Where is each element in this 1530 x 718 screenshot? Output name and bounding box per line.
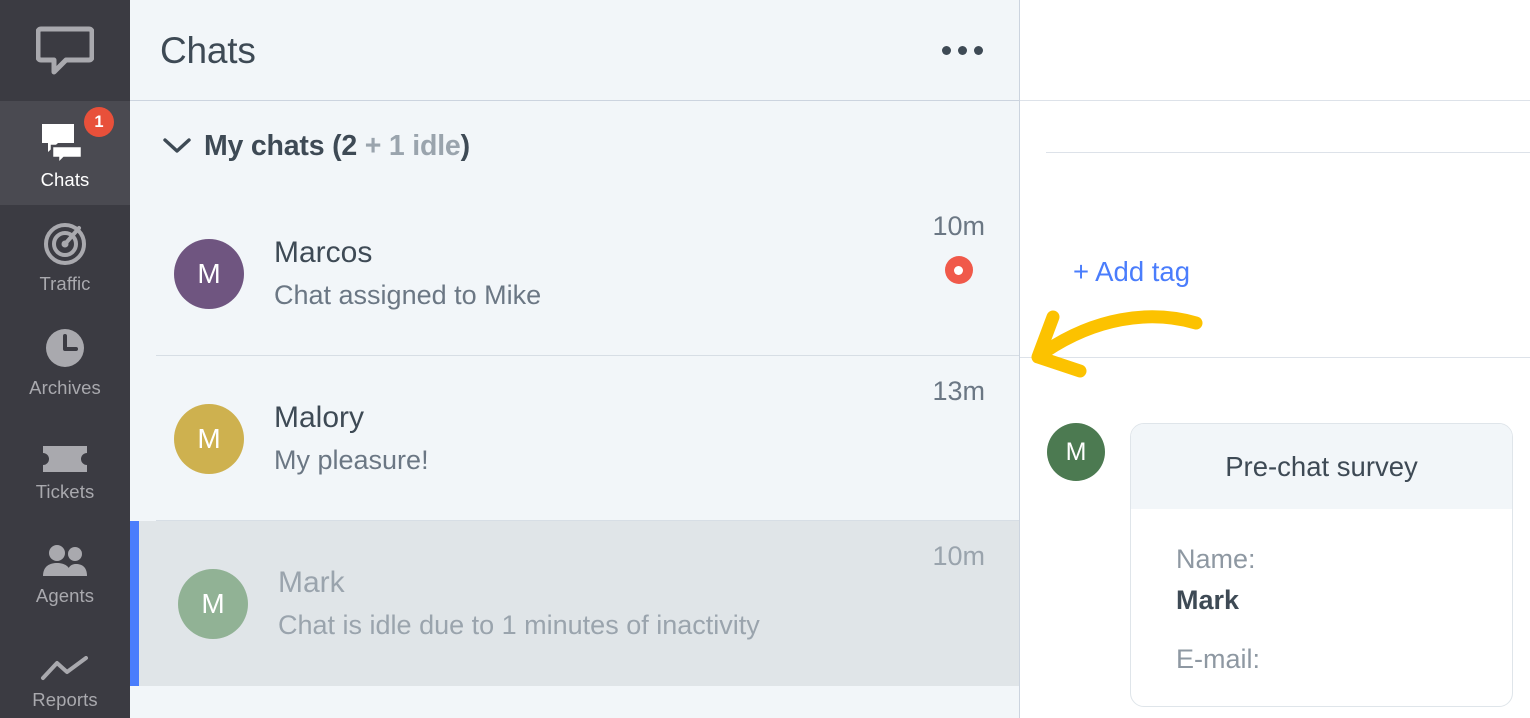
sidebar-item-label: Agents — [35, 585, 95, 607]
chat-row-meta: 13m — [932, 378, 985, 405]
chat-visitor-name: Marcos — [274, 235, 373, 269]
add-tag-button[interactable]: + Add tag — [1073, 258, 1190, 286]
primary-sidebar: 1 Chats Traffic Archives Tickets Agents … — [0, 0, 130, 718]
livechat-speech-bubble-logo-icon — [36, 26, 94, 76]
chat-row-meta: 10m — [932, 213, 985, 284]
sidebar-item-label: Traffic — [39, 273, 91, 295]
sidebar-item-chats[interactable]: 1 Chats — [0, 101, 130, 205]
survey-field-email: E-mail: — [1176, 645, 1467, 675]
chat-last-message: My pleasure! — [274, 445, 429, 476]
pre-chat-survey-body: Name: Mark E-mail: — [1131, 509, 1512, 706]
sidebar-item-label: Archives — [29, 377, 101, 399]
reports-chart-icon — [40, 636, 90, 682]
survey-field-label: E-mail: — [1176, 644, 1261, 675]
yellow-curved-arrow-icon — [998, 295, 1238, 395]
avatar-initial: M — [201, 587, 225, 619]
sidebar-item-label: Chats — [40, 169, 90, 191]
chat-row-body: Marcos Chat assigned to Mike — [274, 236, 932, 312]
detail-divider-upper — [1046, 152, 1530, 153]
group-count-tail: ) — [460, 129, 471, 162]
detail-divider-lower — [1020, 357, 1530, 358]
chat-list-item[interactable]: M Marcos Chat assigned to Mike 10m — [130, 191, 1019, 356]
chat-row-body: Mark Chat is idle due to 1 minutes of in… — [278, 566, 932, 642]
my-chats-group-label: My chats (2 + 1 idle) — [204, 130, 470, 163]
page-title: Chats — [160, 29, 256, 71]
avatar: M — [178, 568, 248, 639]
survey-field-value: Mark — [1176, 584, 1240, 615]
chat-message-bubble: M Pre-chat survey Name: Mark E-mail: — [1047, 423, 1513, 708]
avatar: M — [1047, 423, 1105, 481]
chat-visitor-name: Malory — [274, 400, 365, 434]
agents-people-icon — [40, 532, 90, 578]
my-chats-group-header[interactable]: My chats (2 + 1 idle) — [130, 101, 1019, 191]
chats-unread-badge: 1 — [84, 107, 114, 138]
survey-field-name: Name: Mark — [1176, 544, 1467, 615]
survey-field-label: Name: — [1176, 544, 1256, 574]
chat-visitor-name: Mark — [278, 565, 345, 599]
chat-detail-topbar — [1020, 0, 1530, 101]
pre-chat-survey-card: Pre-chat survey Name: Mark E-mail: — [1130, 423, 1513, 708]
sidebar-item-label: Tickets — [35, 481, 95, 503]
sidebar-item-agents[interactable]: Agents — [0, 517, 130, 621]
chats-icon: 1 — [38, 107, 114, 163]
pre-chat-survey-title: Pre-chat survey — [1131, 424, 1512, 509]
chat-row-body: Malory My pleasure! — [274, 401, 932, 477]
avatar-initial: M — [197, 422, 221, 454]
selected-row-marker — [130, 521, 139, 686]
sidebar-item-tickets[interactable]: Tickets — [0, 413, 130, 517]
avatar-initial: M — [1065, 437, 1087, 466]
chat-last-message: Chat is idle due to 1 minutes of inactiv… — [278, 610, 760, 641]
avatar: M — [174, 238, 244, 309]
archives-clock-icon — [43, 324, 87, 370]
group-count-idle: + 1 idle — [357, 129, 461, 162]
chat-list-item-selected[interactable]: M Mark Chat is idle due to 1 minutes of … — [130, 521, 1019, 686]
sidebar-item-label: Reports — [32, 689, 98, 711]
avatar: M — [174, 403, 244, 474]
chat-list-panel: Chats My chats (2 + 1 idle) M Marcos Cha… — [130, 0, 1020, 718]
ellipsis-icon[interactable] — [938, 36, 987, 65]
chat-row-meta: 10m — [932, 543, 985, 570]
livechat-app-window: 1 Chats Traffic Archives Tickets Agents … — [0, 0, 1530, 718]
chat-timestamp: 10m — [932, 541, 985, 571]
chat-detail-panel: + Add tag M Pre-chat survey Name: Mark E… — [1020, 0, 1530, 718]
sidebar-item-archives[interactable]: Archives — [0, 309, 130, 413]
row-divider — [156, 685, 1019, 686]
chat-timestamp: 13m — [932, 376, 985, 406]
group-count-main: My chats (2 — [204, 129, 358, 162]
tickets-icon — [41, 428, 89, 474]
chat-list-item[interactable]: M Malory My pleasure! 13m — [130, 356, 1019, 521]
chat-list-rows: M Marcos Chat assigned to Mike 10m M Mal… — [130, 191, 1019, 686]
chevron-down-icon[interactable] — [154, 137, 200, 155]
chat-last-message: Chat assigned to Mike — [274, 280, 542, 311]
sidebar-item-traffic[interactable]: Traffic — [0, 205, 130, 309]
avatar-initial: M — [197, 257, 221, 289]
traffic-icon — [43, 220, 87, 266]
app-logo[interactable] — [0, 0, 130, 101]
sidebar-item-reports[interactable]: Reports — [0, 621, 130, 718]
chat-list-header: Chats — [130, 0, 1019, 101]
unread-dot-icon — [944, 256, 973, 284]
chat-timestamp: 10m — [932, 211, 985, 241]
